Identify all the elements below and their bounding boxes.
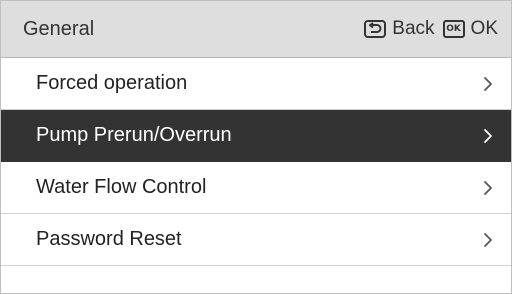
- ok-label: OK: [470, 18, 498, 39]
- settings-menu: Forced operation Pump Prerun/Overrun Wat…: [1, 58, 511, 266]
- menu-item-label: Forced operation: [36, 72, 188, 94]
- menu-item-password-reset[interactable]: Password Reset: [1, 214, 511, 266]
- menu-item-water-flow-control[interactable]: Water Flow Control: [1, 162, 511, 214]
- menu-item-pump-prerun-overrun[interactable]: Pump Prerun/Overrun: [1, 110, 511, 162]
- menu-item-label: Water Flow Control: [36, 176, 207, 198]
- header-bar: General Back OK OK: [1, 1, 511, 58]
- back-label: Back: [392, 18, 435, 39]
- chevron-right-icon: [484, 128, 492, 143]
- menu-item-forced-operation[interactable]: Forced operation: [1, 58, 511, 110]
- ok-key-icon: OK: [442, 20, 465, 38]
- chevron-right-icon: [484, 180, 492, 195]
- chevron-right-icon: [484, 76, 492, 91]
- back-button[interactable]: Back: [364, 18, 435, 40]
- back-arrow-icon: [364, 20, 387, 38]
- menu-item-label: Pump Prerun/Overrun: [36, 124, 232, 146]
- chevron-right-icon: [484, 232, 492, 247]
- menu-item-label: Password Reset: [36, 228, 182, 250]
- page-title: General: [23, 17, 95, 40]
- header-actions: Back OK OK: [364, 18, 498, 40]
- ok-button[interactable]: OK OK: [442, 18, 498, 40]
- settings-screen: General Back OK OK Forced operation Pump…: [0, 0, 512, 294]
